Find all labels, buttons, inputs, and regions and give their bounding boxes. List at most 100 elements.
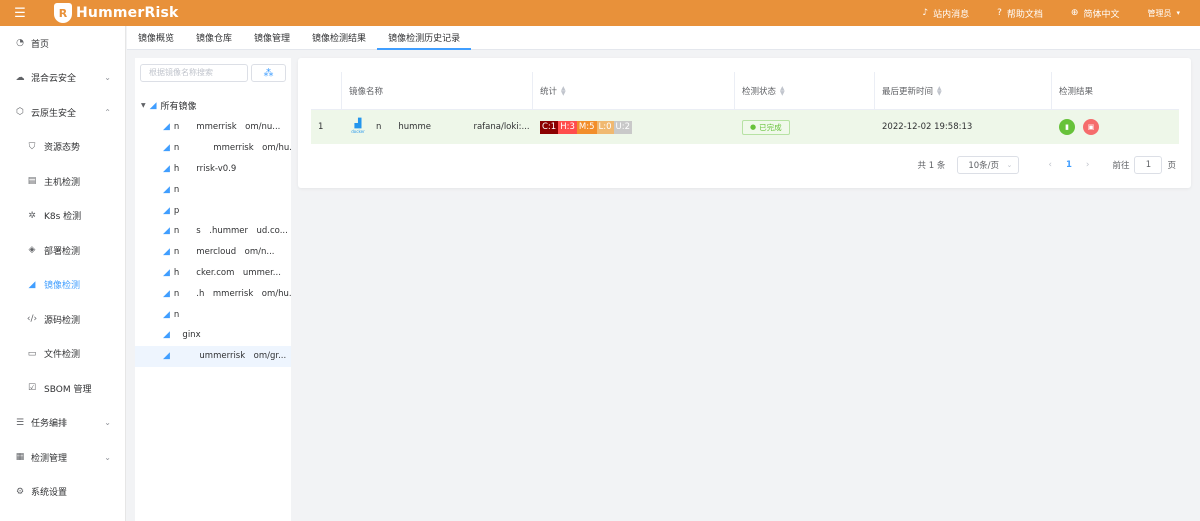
tree-item[interactable]: ◢ n mmerrisk om/nu... [135, 117, 291, 138]
check-circle-icon: ● [750, 123, 757, 131]
messages-label: 站内消息 [933, 9, 970, 20]
trash-icon: ▣ [1087, 123, 1095, 131]
tab-image-overview[interactable]: 镜像概览 [127, 25, 185, 49]
goto-label: 前往 [1112, 161, 1130, 171]
sidebar-item-label: 主机检测 [44, 177, 81, 188]
sidebar-item-resource-posture[interactable]: ⛉ 资源态势 [0, 130, 125, 165]
sidebar-item-label: 任务编排 [31, 419, 68, 430]
tree-item[interactable]: ◢ n .h mmerrisk om/hu... [135, 283, 291, 304]
column-index [311, 72, 342, 109]
sidebar-item-tasks[interactable]: ☰ 任务编排 ⌄ [0, 406, 125, 441]
sidebar-item-image-scan[interactable]: ◢ 镜像检测 [0, 268, 125, 303]
view-result-button[interactable]: ▮ [1059, 119, 1075, 135]
sort-icon[interactable]: ▲ ▼ [780, 85, 785, 96]
pagination: 共 1 条 10条/页 ⌄ ‹ 1 › 前往 1 页 [918, 156, 1176, 174]
sidebar-item-code-scan[interactable]: ‹/› 源码检测 [0, 302, 125, 337]
column-image-name: 镜像名称 [342, 72, 533, 109]
tab-image-results[interactable]: 镜像检测结果 [301, 25, 377, 49]
tree-item-label: p [173, 205, 197, 216]
docker-icon: ◢ [163, 205, 170, 216]
docker-icon: ◢ [149, 100, 157, 111]
sidebar-item-scan-management[interactable]: ▦ 检测管理 ⌄ [0, 440, 125, 475]
tree-item[interactable]: ◢ n mmerrisk om/hu... [135, 138, 291, 159]
caret-down-icon: ▼ [141, 102, 146, 109]
sort-icon[interactable]: ▲ ▼ [937, 85, 942, 96]
chevron-down-icon: ⌄ [1006, 161, 1013, 169]
sidebar-item-deploy-scan[interactable]: ◈ 部署检测 [0, 233, 125, 268]
sidebar: ◔ 首页 ☁ 混合云安全 ⌄ ⬡ 云原生安全 ⌃ ⛉ 资源态势 ▤ 主机检测 ✲… [0, 26, 126, 521]
logo-text: HummerRisk [76, 5, 179, 21]
tree-item-label: n [173, 309, 197, 320]
tree-root-label: 所有镜像 [160, 102, 197, 112]
sidebar-item-file-scan[interactable]: ▭ 文件检测 [0, 337, 125, 372]
settings-icon: ⚙ [15, 486, 25, 497]
page-size-select[interactable]: 10条/页 ⌄ [957, 156, 1020, 174]
status-label: 已完成 [759, 122, 782, 132]
next-page-button[interactable]: › [1086, 160, 1090, 170]
globe-icon: ⊕ [1070, 8, 1079, 18]
docker-icon: ◢ [163, 184, 170, 195]
chevron-down-icon: ⌄ [104, 452, 111, 462]
updated-cell: 2022-12-02 19:58:13 [882, 122, 973, 132]
tab-image-repo[interactable]: 镜像仓库 [185, 25, 243, 49]
host-icon: ▤ [27, 176, 37, 187]
table-row[interactable]: 1 ▟ docker n humme rafana/loki:... C:1 H… [311, 110, 1179, 144]
docker-icon: ◢ [163, 143, 170, 154]
tree-item[interactable]: ◢ p [135, 200, 291, 221]
goto-page-input[interactable]: 1 [1134, 156, 1163, 174]
docker-icon: ◢ [163, 226, 170, 237]
language-label: 简体中文 [1083, 9, 1120, 20]
sidebar-item-k8s-scan[interactable]: ✲ K8s 检测 [0, 199, 125, 234]
tree-item-label: n [173, 184, 197, 195]
docker-logo-text: docker [351, 129, 365, 134]
logo-shield-icon: R [54, 3, 72, 23]
sidebar-item-hybrid-cloud[interactable]: ☁ 混合云安全 ⌄ [0, 61, 125, 96]
goto-suffix: 页 [1167, 161, 1176, 171]
docker-icon: ◢ [163, 330, 170, 341]
column-label: 镜像名称 [349, 86, 384, 97]
tree-item[interactable]: ◢ h cker.com ummer... [135, 263, 291, 284]
history-card: 镜像名称 统计 ▲ ▼ 检测状态 ▲ ▼ 最后更新时间 ▲ ▼ 检测结果 1 ▟ docke… [298, 58, 1191, 188]
tree-item-label: n mmerrisk om/hu... [173, 143, 291, 154]
tab-image-management[interactable]: 镜像管理 [243, 25, 301, 49]
delete-button[interactable]: ▣ [1083, 119, 1099, 135]
tree-item-selected[interactable]: ◢ ummerrisk om/gr... [135, 345, 291, 367]
tree-item[interactable]: ◢ h rrisk-v0.9 [135, 159, 291, 180]
image-name-cell: ▟ docker n humme rafana/loki:... [342, 110, 533, 144]
tab-bar: 镜像概览 镜像仓库 镜像管理 镜像检测结果 镜像检测历史记录 [127, 26, 1200, 50]
tree-item-label: n mercloud om/n... [173, 247, 275, 258]
tree-item[interactable]: ◢ n s .hummer ud.co... [135, 221, 291, 242]
docker-icon: ◢ [163, 267, 170, 278]
tree-item[interactable]: ◢ n [135, 179, 291, 200]
tree-item-label: ummerrisk om/gr... [173, 351, 287, 362]
column-stats[interactable]: 统计 ▲ ▼ [533, 72, 735, 109]
cluster-icon[interactable]: ⁂ [251, 64, 286, 82]
page-number-current[interactable]: 1 [1066, 160, 1072, 170]
sidebar-item-cloud-native[interactable]: ⬡ 云原生安全 ⌃ [0, 95, 125, 130]
column-updated[interactable]: 最后更新时间 ▲ ▼ [875, 72, 1052, 109]
language-switch[interactable]: ⊕ 简体中文 [1071, 7, 1120, 20]
logo[interactable]: R HummerRisk [54, 3, 178, 23]
tab-image-history[interactable]: 镜像检测历史记录 [377, 25, 472, 50]
tree-item-label: n s .hummer ud.co... [173, 226, 288, 237]
help-link[interactable]: ? 帮助文档 [997, 7, 1043, 20]
sidebar-item-sbom[interactable]: ☑ SBOM 管理 [0, 371, 125, 406]
column-status[interactable]: 检测状态 ▲ ▼ [735, 72, 875, 109]
sidebar-item-settings[interactable]: ⚙ 系统设置 [0, 475, 125, 510]
hamburger-icon[interactable]: ☰ [0, 6, 40, 21]
tree-root[interactable]: ▼ ◢ 所有镜像 [141, 99, 197, 113]
tree-item[interactable]: ◢ ginx [135, 325, 291, 346]
search-input[interactable]: 根据镜像名称搜索 [140, 64, 248, 82]
messages-link[interactable]: ♪ 站内消息 [922, 7, 969, 20]
tree-item[interactable]: ◢ n [135, 304, 291, 325]
prev-page-button[interactable]: ‹ [1048, 160, 1052, 170]
sidebar-item-home[interactable]: ◔ 首页 [0, 26, 125, 61]
sidebar-item-label: 资源态势 [44, 143, 81, 154]
chevron-up-icon: ⌃ [104, 107, 111, 117]
user-menu[interactable]: 管理员 ▾ [1147, 8, 1180, 19]
sort-icon[interactable]: ▲ ▼ [561, 85, 566, 96]
list-icon: ☰ [15, 417, 25, 428]
tree-item-label: n mmerrisk om/nu... [173, 122, 281, 133]
tree-item[interactable]: ◢ n mercloud om/n... [135, 242, 291, 263]
sidebar-item-host-scan[interactable]: ▤ 主机检测 [0, 164, 125, 199]
